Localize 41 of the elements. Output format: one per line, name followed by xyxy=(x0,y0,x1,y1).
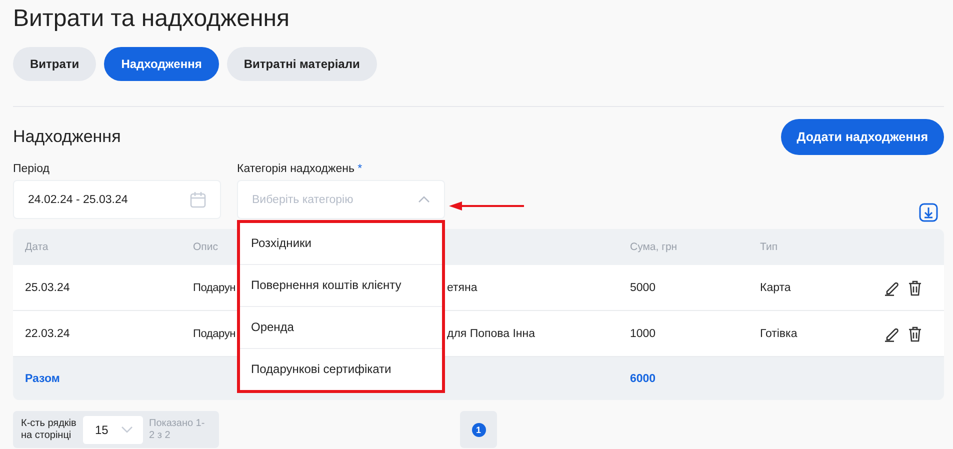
dropdown-option[interactable]: Оренда xyxy=(240,307,442,349)
date-range-field[interactable]: 24.02.24 - 25.03.24 xyxy=(13,180,221,219)
edit-icon[interactable] xyxy=(884,280,900,296)
column-header: Опис xyxy=(193,241,218,253)
tab[interactable]: Надходження xyxy=(104,47,219,81)
tab[interactable]: Витратні матеріали xyxy=(226,47,377,81)
table-cell: 1000 xyxy=(630,328,656,340)
table-cell: 22.03.24 xyxy=(25,328,70,340)
total-label: Разом xyxy=(25,372,61,384)
table-cell: 5000 xyxy=(630,282,656,294)
section-title: Надходження xyxy=(13,127,121,147)
field-label: Категорія надходжень * xyxy=(237,163,364,175)
table-cell: для Попова Інна xyxy=(447,328,535,340)
column-header: Сума, грн xyxy=(630,241,678,253)
rows-per-page-label: К-сть рядків на сторінці xyxy=(21,418,77,442)
add-button[interactable]: Додати надходження xyxy=(780,119,944,155)
edit-icon[interactable] xyxy=(884,326,900,342)
table-cell: 25.03.24 xyxy=(25,282,70,294)
table-cell: Подарун xyxy=(193,282,236,294)
range-label: Показано 1-2 з 2 xyxy=(149,418,206,442)
field-label: Період xyxy=(13,163,50,175)
page-button[interactable]: 1 xyxy=(472,422,486,436)
trash-icon[interactable] xyxy=(908,280,922,296)
table-cell: Карта xyxy=(760,282,791,294)
table-cell: етяна xyxy=(447,282,478,294)
page-title: Витрати та надходження xyxy=(13,4,290,33)
download-icon[interactable] xyxy=(919,203,938,222)
chevron-icon xyxy=(418,196,430,203)
dropdown-option[interactable]: Розхідники xyxy=(240,223,442,265)
table-cell: Готівка xyxy=(760,328,798,340)
chevron-icon xyxy=(121,426,133,433)
total-amount: 6000 xyxy=(630,372,657,384)
calendar-icon xyxy=(190,191,206,208)
dropdown-option[interactable]: Повернення коштів клієнту xyxy=(240,265,442,307)
column-header: Дата xyxy=(25,241,48,253)
trash-icon[interactable] xyxy=(908,326,922,342)
column-header: Тип xyxy=(760,241,778,253)
page-size-select[interactable]: 15 xyxy=(83,416,143,444)
table-cell: Подарун xyxy=(193,328,236,340)
dropdown-option[interactable]: Подарункові сертифікати xyxy=(240,349,442,390)
tab[interactable]: Витрати xyxy=(13,47,96,81)
